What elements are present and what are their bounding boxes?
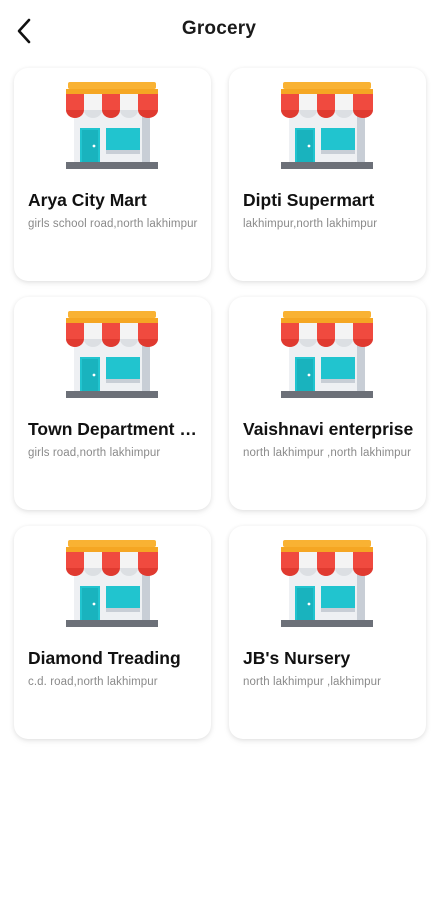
store-card[interactable]: Dipti Supermart lakhimpur,north lakhimpu… <box>229 68 426 281</box>
store-address: girls road,north lakhimpur <box>28 447 161 459</box>
store-name: Arya City Mart <box>28 190 147 210</box>
store-address: girls school road,north lakhimpur <box>28 218 198 230</box>
store-card[interactable]: Town Department Store girls road,north l… <box>14 297 211 510</box>
store-address: north lakhimpur ,north lakhimpur <box>243 447 412 459</box>
store-icon <box>281 82 373 169</box>
store-card[interactable]: Vaishnavi enterprise north lakhimpur ,no… <box>229 297 426 510</box>
store-icon <box>281 311 373 398</box>
store-card[interactable]: JB's Nursery north lakhimpur ,lakhimpur <box>229 526 426 739</box>
store-name: JB's Nursery <box>243 648 351 668</box>
store-grid: Arya City Mart girls school road,north l… <box>14 68 426 739</box>
store-icon <box>66 311 158 398</box>
store-icon <box>66 540 158 627</box>
store-card[interactable]: Arya City Mart girls school road,north l… <box>14 68 211 281</box>
app-header: Grocery <box>0 0 438 60</box>
store-icon <box>66 82 158 169</box>
store-card[interactable]: Diamond Treading c.d. road,north lakhimp… <box>14 526 211 739</box>
store-icon <box>281 540 373 627</box>
store-name: Dipti Supermart <box>243 190 375 210</box>
store-name: Town Department Store <box>28 419 205 439</box>
store-address: lakhimpur,north lakhimpur <box>243 218 378 230</box>
store-name: Diamond Treading <box>28 648 181 668</box>
store-name: Vaishnavi enterprise <box>243 419 414 439</box>
page-title: Grocery <box>181 18 257 39</box>
store-address: north lakhimpur ,lakhimpur <box>243 676 382 688</box>
store-address: c.d. road,north lakhimpur <box>28 676 158 688</box>
